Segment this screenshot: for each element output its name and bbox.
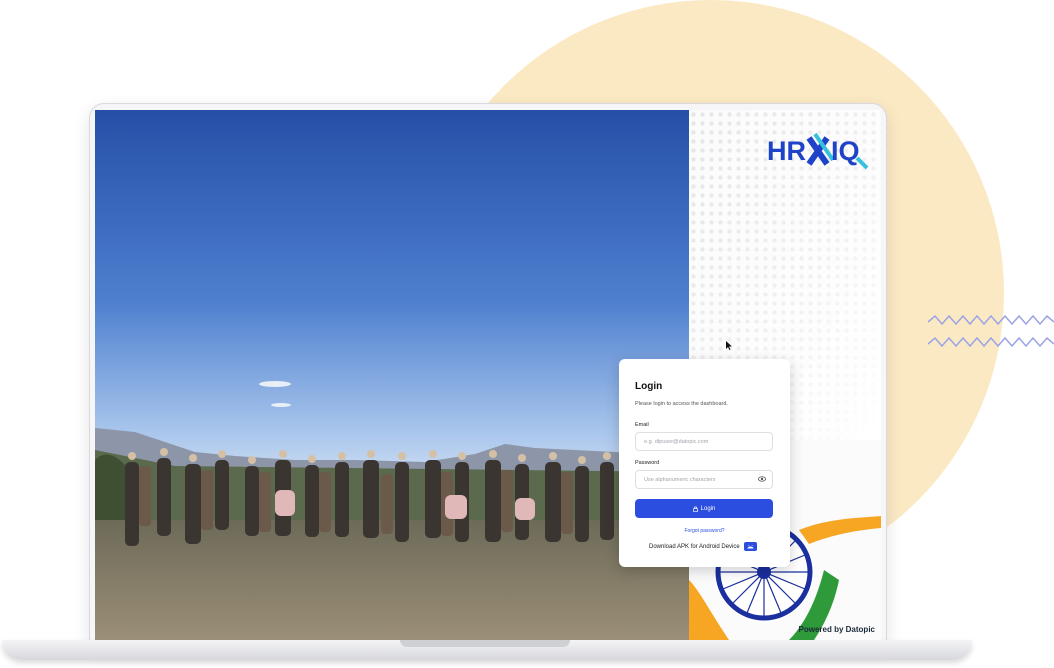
download-apk-row: Download APK for Android Device: [649, 542, 757, 551]
download-apk-button[interactable]: [743, 542, 757, 551]
cursor-icon: [726, 341, 732, 350]
email-field[interactable]: e.g. dtpuser@datopic.com: [635, 432, 773, 451]
email-placeholder: e.g. dtpuser@datopic.com: [644, 439, 709, 445]
decorative-zigzag: [928, 314, 1054, 348]
download-apk-label: Download APK for Android Device: [649, 543, 740, 550]
hrxiq-logo: HR IQ: [767, 132, 869, 170]
powered-by-label: Powered by Datopic: [798, 625, 875, 634]
login-button[interactable]: Login: [635, 499, 773, 518]
login-card: Login Please login to access the dashboa…: [619, 359, 790, 567]
password-placeholder: Use alphanumeric characters: [644, 477, 716, 483]
email-label: Email: [635, 422, 649, 428]
forgot-password-link[interactable]: Forgot password?: [619, 528, 790, 534]
lock-icon: [692, 506, 698, 512]
login-button-label: Login: [700, 505, 716, 512]
password-label: Password: [635, 460, 660, 466]
login-subtitle: Please login to access the dashboard.: [635, 401, 728, 407]
login-title: Login: [635, 381, 663, 392]
password-field[interactable]: Use alphanumeric characters: [635, 470, 773, 489]
svg-text:HR: HR: [767, 136, 806, 166]
svg-text:IQ: IQ: [831, 136, 860, 166]
team-group-photo: [95, 110, 689, 640]
eye-icon[interactable]: [758, 476, 766, 482]
laptop-notch: [400, 640, 570, 647]
android-icon: [747, 544, 754, 549]
